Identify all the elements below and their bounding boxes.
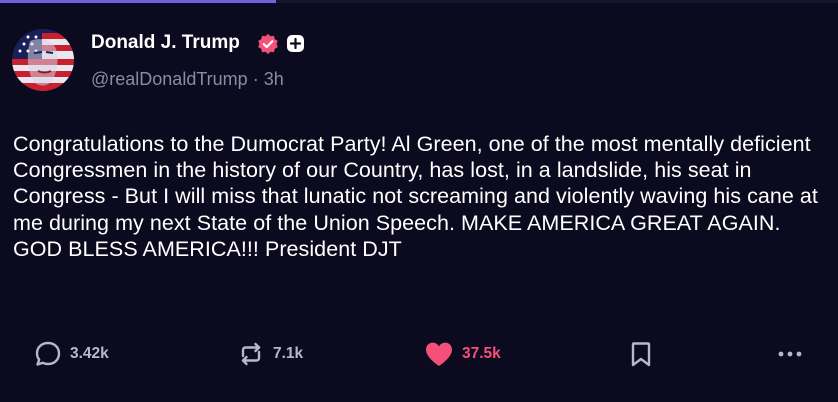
- post-time[interactable]: 3h: [264, 69, 284, 89]
- more-dots-icon: [778, 351, 802, 357]
- bookmark-icon: [631, 342, 651, 367]
- post-body: Congratulations to the Dumocrat Party! A…: [13, 132, 818, 261]
- reply-count: 3.42k: [70, 345, 109, 362]
- heart-icon: [426, 342, 452, 366]
- reply-button[interactable]: 3.42k: [33, 337, 109, 371]
- author-handle[interactable]: @realDonaldTrump: [91, 69, 248, 89]
- repost-button[interactable]: 7.1k: [236, 337, 303, 371]
- like-count: 37.5k: [462, 345, 501, 362]
- verified-badge-icon: [257, 33, 279, 55]
- follow-button[interactable]: [287, 35, 304, 52]
- author-meta: @realDonaldTrump · 3h: [91, 69, 284, 90]
- meta-separator: ·: [252, 69, 259, 89]
- like-button[interactable]: 37.5k: [423, 337, 501, 371]
- bookmark-button[interactable]: [627, 337, 655, 371]
- repost-count: 7.1k: [273, 345, 304, 362]
- avatar[interactable]: [12, 29, 74, 91]
- speech-bubble-icon: [35, 341, 61, 366]
- plus-icon: [290, 38, 301, 49]
- more-options-button[interactable]: [775, 337, 805, 371]
- top-progress-bar: [0, 0, 276, 3]
- author-name[interactable]: Donald J. Trump: [91, 32, 240, 54]
- repost-arrows-icon: [241, 342, 261, 366]
- avatar-flag-face-image: [12, 29, 74, 91]
